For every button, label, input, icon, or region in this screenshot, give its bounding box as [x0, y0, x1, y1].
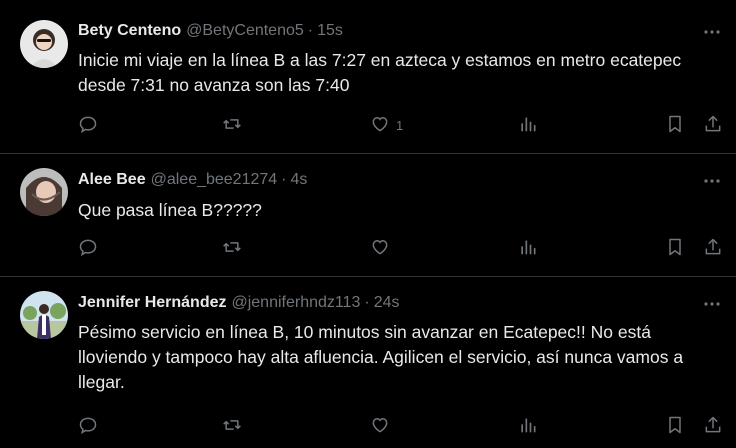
share-button[interactable]	[703, 236, 723, 260]
user-handle[interactable]: @jenniferhndz113	[231, 294, 360, 312]
views-button[interactable]	[518, 414, 538, 438]
heart-icon	[370, 114, 390, 137]
more-icon[interactable]	[702, 22, 722, 42]
bookmark-button[interactable]	[665, 236, 685, 260]
avatar[interactable]	[20, 168, 68, 216]
separator: ·	[364, 294, 370, 311]
action-bar	[78, 414, 722, 438]
reply-button[interactable]	[78, 236, 98, 260]
views-icon	[518, 415, 538, 438]
user-handle[interactable]: @BetyCenteno5	[186, 22, 304, 40]
reply-icon	[78, 114, 98, 137]
share-icon	[703, 237, 723, 260]
views-icon	[518, 114, 538, 137]
reply-icon	[78, 415, 98, 438]
repost-button[interactable]	[222, 414, 242, 438]
user-handle[interactable]: @alee_bee21274	[151, 171, 278, 189]
bookmark-icon	[665, 415, 685, 438]
post-text: Inicie mi viaje en la línea B a las 7:27…	[78, 50, 682, 95]
reply-button[interactable]	[78, 414, 98, 438]
display-name[interactable]: Alee Bee	[78, 171, 146, 189]
bookmark-icon	[665, 237, 685, 260]
share-button[interactable]	[703, 113, 723, 137]
avatar[interactable]	[20, 291, 68, 339]
post-text: Que pasa línea B?????	[78, 200, 262, 220]
more-icon[interactable]	[702, 294, 722, 314]
like-button[interactable]	[370, 236, 390, 260]
separator: ·	[281, 171, 287, 188]
bookmark-icon	[665, 114, 685, 137]
views-icon	[518, 237, 538, 260]
share-icon	[703, 114, 723, 137]
post-text: Pésimo servicio en línea B, 10 minutos s…	[78, 322, 684, 392]
heart-icon	[370, 237, 390, 260]
reply-icon	[78, 237, 98, 260]
heart-icon	[370, 415, 390, 438]
action-bar: 1	[78, 113, 722, 137]
repost-button[interactable]	[222, 236, 242, 260]
action-bar	[78, 236, 722, 260]
repost-button[interactable]	[222, 113, 242, 137]
like-button[interactable]: 1	[370, 113, 403, 137]
repost-icon	[222, 415, 242, 438]
timestamp[interactable]: 4s	[291, 171, 308, 189]
share-button[interactable]	[703, 414, 723, 438]
reply-button[interactable]	[78, 113, 98, 137]
display-name[interactable]: Bety Centeno	[78, 22, 181, 40]
share-icon	[703, 415, 723, 438]
like-button[interactable]	[370, 414, 390, 438]
repost-icon	[222, 237, 242, 260]
views-button[interactable]	[518, 113, 538, 137]
timeline-feed: Bety Centeno @BetyCenteno5 · 15s Inicie …	[0, 0, 736, 448]
bookmark-button[interactable]	[665, 113, 685, 137]
views-button[interactable]	[518, 236, 538, 260]
separator: ·	[307, 22, 314, 39]
repost-icon	[222, 114, 242, 137]
timestamp[interactable]: 24s	[374, 294, 400, 312]
more-icon[interactable]	[702, 171, 722, 191]
avatar[interactable]	[20, 20, 68, 68]
timestamp[interactable]: 15s	[317, 22, 343, 40]
display-name[interactable]: Jennifer Hernández	[78, 294, 226, 312]
like-count: 1	[396, 117, 404, 133]
bookmark-button[interactable]	[665, 414, 685, 438]
